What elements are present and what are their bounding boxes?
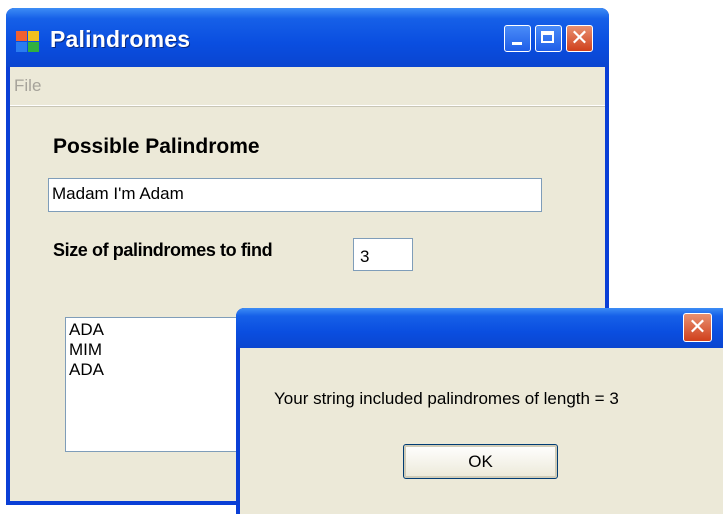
size-input[interactable]: 3: [353, 238, 413, 271]
list-item[interactable]: MIM: [69, 340, 240, 360]
maximize-icon: [541, 31, 554, 43]
maximize-button[interactable]: [535, 25, 562, 52]
dialog-body: Your string included palindromes of leng…: [240, 348, 723, 514]
section-heading: Possible Palindrome: [53, 135, 260, 158]
ok-button[interactable]: OK: [403, 444, 558, 479]
menu-item-file[interactable]: File: [14, 76, 41, 96]
list-item[interactable]: ADA: [69, 320, 240, 340]
list-item[interactable]: ADA: [69, 360, 240, 380]
palindrome-input[interactable]: Madam I'm Adam: [48, 178, 542, 212]
close-icon: ✕: [570, 26, 589, 51]
message-dialog: ✕ Your string included palindromes of le…: [236, 308, 723, 514]
minimize-icon: [512, 42, 522, 45]
close-button[interactable]: ✕: [566, 25, 593, 52]
menu-bar: File: [10, 67, 605, 106]
size-label: Size of palindromes to find: [53, 240, 273, 260]
results-listbox[interactable]: ADA MIM ADA: [65, 317, 241, 452]
dialog-title-bar[interactable]: ✕: [236, 308, 723, 348]
dialog-message: Your string included palindromes of leng…: [274, 389, 619, 408]
app-windows-icon: [16, 31, 40, 53]
window-title: Palindromes: [50, 26, 191, 52]
minimize-button[interactable]: [504, 25, 531, 52]
dialog-close-button[interactable]: ✕: [683, 313, 712, 342]
close-icon: ✕: [688, 315, 707, 340]
title-bar[interactable]: Palindromes ✕: [6, 8, 609, 67]
